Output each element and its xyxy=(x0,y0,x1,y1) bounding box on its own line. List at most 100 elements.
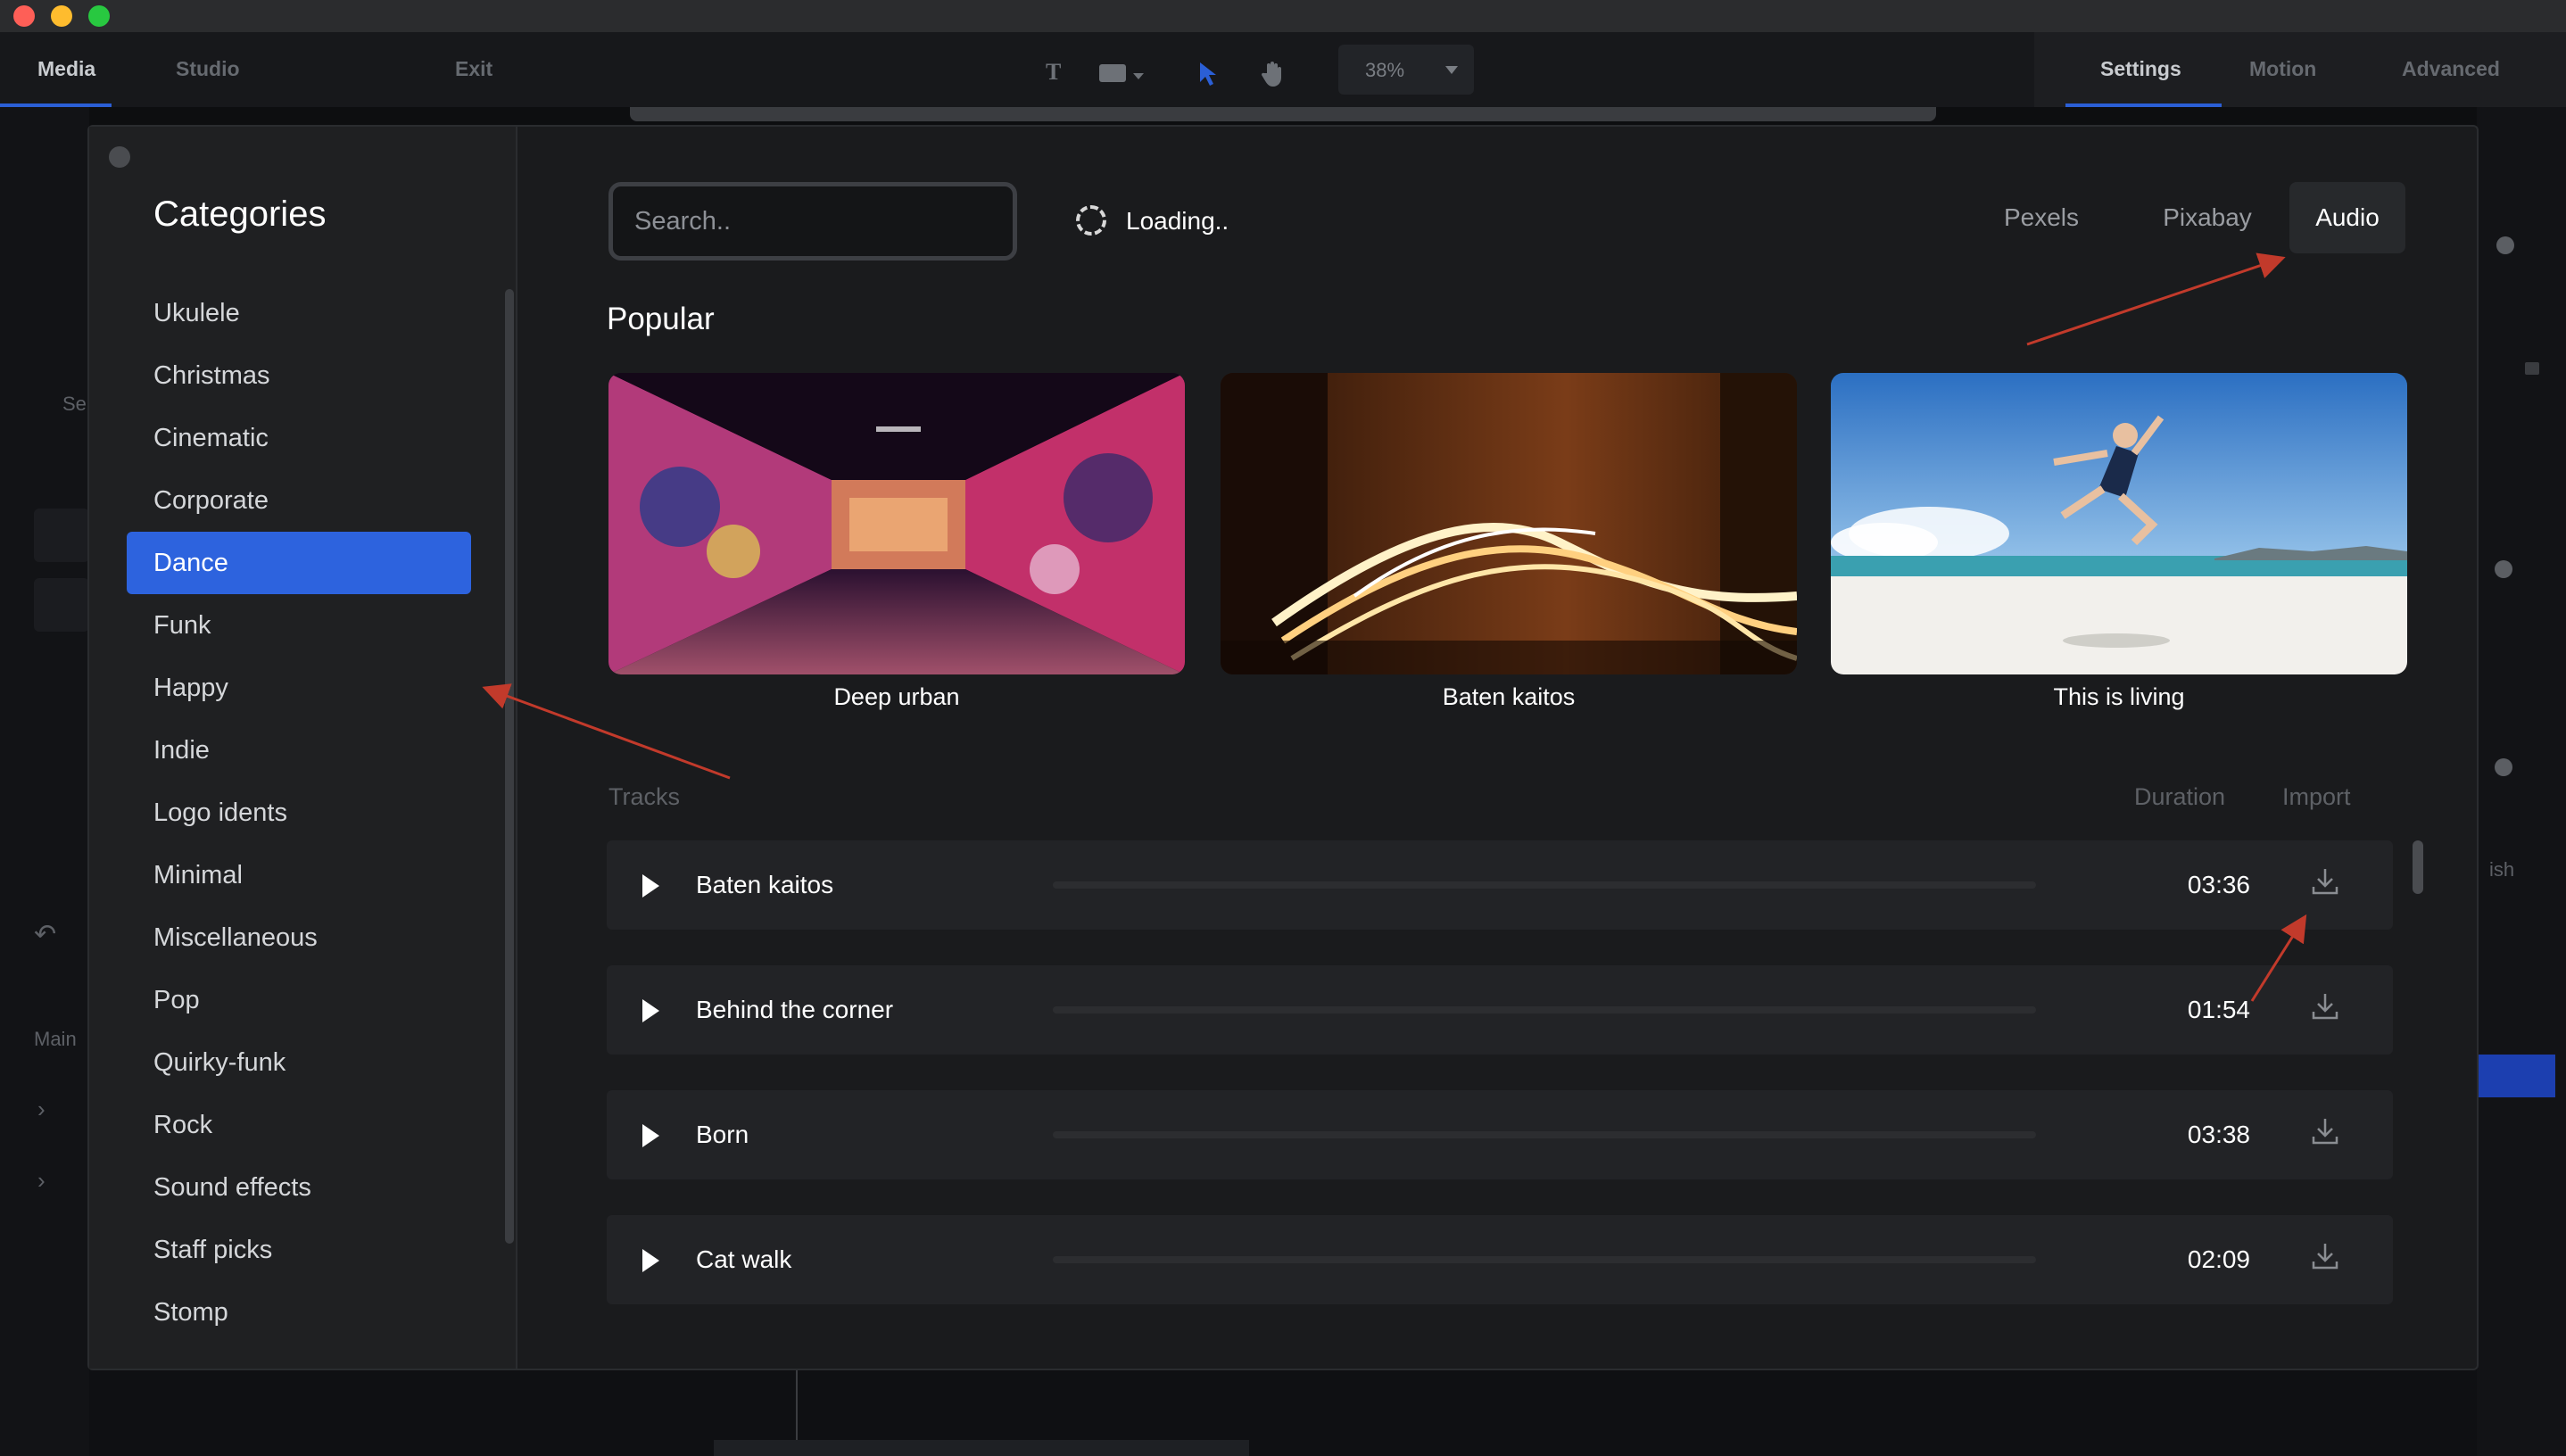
close-dot-icon[interactable] xyxy=(109,146,130,168)
media-library-modal: Categories Ukulele Christmas Cinematic C… xyxy=(87,125,2479,1370)
play-icon[interactable] xyxy=(642,1249,659,1272)
category-item-pop[interactable]: Pop xyxy=(127,969,471,1031)
download-icon[interactable] xyxy=(2307,989,2343,1024)
lock-icon[interactable] xyxy=(2525,362,2539,375)
app-timeline xyxy=(89,1370,2477,1456)
track-duration: 02:09 xyxy=(2187,1245,2250,1273)
category-item-quirky-funk[interactable]: Quirky-funk xyxy=(127,1031,471,1094)
track-name: Born xyxy=(696,1121,749,1148)
category-item-happy[interactable]: Happy xyxy=(127,657,471,719)
timeline-scrollbar[interactable] xyxy=(714,1440,1249,1456)
tab-audio[interactable]: Audio xyxy=(2289,182,2405,253)
track-row: Baten kaitos 03:36 xyxy=(607,840,2393,930)
hand-tool-icon[interactable] xyxy=(1260,61,1285,87)
category-item-cinematic[interactable]: Cinematic xyxy=(127,407,471,469)
track-progress[interactable] xyxy=(1053,1006,2036,1013)
category-item-funk[interactable]: Funk xyxy=(127,594,471,657)
right-panel-label: ish xyxy=(2489,858,2515,881)
download-icon[interactable] xyxy=(2307,864,2343,899)
card-label: This is living xyxy=(2053,683,2185,710)
app-toolbar: Media Studio Exit T 38% Settings Motion … xyxy=(0,32,2566,107)
popular-heading: Popular xyxy=(607,302,715,336)
chevron-down-icon xyxy=(1445,66,1458,74)
duration-header: Duration xyxy=(2134,783,2226,810)
track-duration: 01:54 xyxy=(2187,996,2250,1023)
app-tab-motion[interactable]: Motion xyxy=(2249,57,2316,81)
chevron-down-icon[interactable] xyxy=(1133,73,1144,79)
slider-knob[interactable] xyxy=(2496,236,2514,254)
left-panel-input[interactable] xyxy=(34,509,89,562)
play-icon[interactable] xyxy=(642,999,659,1022)
import-header: Import xyxy=(2282,783,2351,810)
chevron-right-icon[interactable]: › xyxy=(37,1096,46,1123)
track-name: Cat walk xyxy=(696,1245,792,1273)
left-panel-field[interactable] xyxy=(34,578,89,632)
category-item-stomp[interactable]: Stomp xyxy=(127,1281,471,1344)
category-item-minimal[interactable]: Minimal xyxy=(127,844,471,906)
category-item-sound-effects[interactable]: Sound effects xyxy=(127,1156,471,1219)
category-item-corporate[interactable]: Corporate xyxy=(127,469,471,532)
baten-kaitos-thumbnail[interactable] xyxy=(1221,373,1797,674)
category-item-logo-idents[interactable]: Logo idents xyxy=(127,782,471,844)
app-tab-studio[interactable]: Studio xyxy=(176,57,240,81)
search-box[interactable] xyxy=(608,182,1017,261)
category-item-rock[interactable]: Rock xyxy=(127,1094,471,1156)
category-item-christmas[interactable]: Christmas xyxy=(127,344,471,407)
category-list: Ukulele Christmas Cinematic Corporate Da… xyxy=(127,282,471,1344)
slider-knob[interactable] xyxy=(2495,560,2512,578)
loading-spinner-icon xyxy=(1076,205,1106,236)
category-item-ukulele[interactable]: Ukulele xyxy=(127,282,471,344)
popular-card-this-is-living[interactable]: This is living xyxy=(1831,373,2407,711)
shape-tool-icon[interactable] xyxy=(1099,64,1126,82)
tab-pexels[interactable]: Pexels xyxy=(1986,182,2097,253)
zoom-select[interactable]: 38% xyxy=(1338,45,1474,95)
app-left-panel: Se ↶ Main › › xyxy=(0,107,89,1456)
app-tab-settings[interactable]: Settings xyxy=(2100,57,2181,81)
zoom-value: 38% xyxy=(1365,59,1405,81)
track-row: Born 03:38 xyxy=(607,1090,2393,1179)
app-tab-advanced[interactable]: Advanced xyxy=(2402,57,2500,81)
track-progress[interactable] xyxy=(1053,881,2036,889)
category-item-indie[interactable]: Indie xyxy=(127,719,471,782)
track-progress[interactable] xyxy=(1053,1131,2036,1138)
tracks-scrollbar[interactable] xyxy=(2413,840,2423,894)
window-titlebar xyxy=(0,0,2566,32)
category-item-miscellaneous[interactable]: Miscellaneous xyxy=(127,906,471,969)
sidebar-scrollbar[interactable] xyxy=(505,289,514,1244)
popular-card-baten-kaitos[interactable]: Baten kaitos xyxy=(1221,373,1797,711)
download-icon[interactable] xyxy=(2307,1113,2343,1149)
window-close-button[interactable] xyxy=(13,5,35,27)
chevron-right-icon[interactable]: › xyxy=(37,1167,46,1195)
timeline-selection[interactable] xyxy=(2477,1055,2555,1097)
window-zoom-button[interactable] xyxy=(88,5,110,27)
deep-urban-thumbnail[interactable] xyxy=(608,373,1185,674)
tracks-header: Tracks xyxy=(608,783,680,810)
popular-card-deep-urban[interactable]: Deep urban xyxy=(608,373,1185,711)
track-duration: 03:38 xyxy=(2187,1121,2250,1148)
tab-pixabay[interactable]: Pixabay xyxy=(2145,182,2270,253)
card-label: Baten kaitos xyxy=(1442,683,1576,710)
right-active-tab-indicator xyxy=(2065,103,2222,107)
app-tab-exit[interactable]: Exit xyxy=(455,57,493,81)
category-item-dance[interactable]: Dance xyxy=(127,532,471,594)
app-right-panel: ish xyxy=(2477,107,2566,1456)
category-item-staff-picks[interactable]: Staff picks xyxy=(127,1219,471,1281)
categories-sidebar: Categories Ukulele Christmas Cinematic C… xyxy=(89,127,517,1369)
track-name: Behind the corner xyxy=(696,996,894,1023)
undo-icon[interactable]: ↶ xyxy=(34,919,56,950)
categories-title: Categories xyxy=(153,194,327,234)
this-is-living-thumbnail[interactable] xyxy=(1831,373,2407,674)
window-minimize-button[interactable] xyxy=(51,5,72,27)
play-icon[interactable] xyxy=(642,1124,659,1147)
download-icon[interactable] xyxy=(2307,1238,2343,1274)
left-panel-main-label: Main xyxy=(34,1028,77,1050)
track-row: Behind the corner 01:54 xyxy=(607,965,2393,1055)
search-input[interactable] xyxy=(613,186,1013,256)
card-label: Deep urban xyxy=(833,683,960,710)
slider-knob[interactable] xyxy=(2495,758,2512,776)
play-icon[interactable] xyxy=(642,874,659,898)
text-tool-icon[interactable]: T xyxy=(1046,59,1061,86)
track-progress[interactable] xyxy=(1053,1256,2036,1263)
select-tool-icon[interactable] xyxy=(1197,61,1221,87)
app-tab-media[interactable]: Media xyxy=(37,57,95,81)
